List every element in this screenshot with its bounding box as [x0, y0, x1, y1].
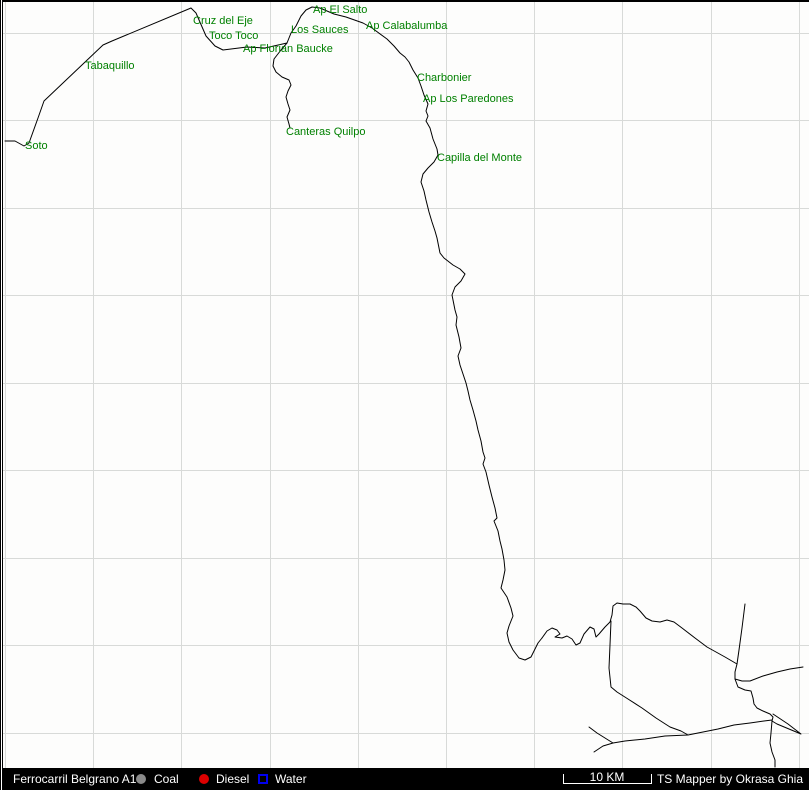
railway-line [5, 8, 287, 146]
station-label: Canteras Quilpo [286, 126, 366, 138]
station-label: Soto [25, 140, 48, 152]
station-label: Charbonier [417, 72, 472, 84]
diesel-icon [199, 774, 209, 784]
grid-layer [0, 0, 809, 768]
railway-line [735, 667, 803, 681]
railway-line [542, 603, 737, 664]
water-icon [258, 774, 268, 784]
railway-line [772, 714, 801, 734]
station-label: Capilla del Monte [437, 152, 522, 164]
station-label: Cruz del Eje [193, 15, 253, 27]
coal-icon [136, 774, 146, 784]
status-bar: Ferrocarril Belgrano A1 Coal Diesel Wate… [0, 768, 809, 790]
station-label: Ap Florian Baucke [243, 43, 333, 55]
scale-bar: 10 KM [558, 768, 658, 790]
railway-line [594, 720, 772, 752]
station-label: Tabaquillo [85, 60, 135, 72]
route-name: Ferrocarril Belgrano A1 [13, 768, 136, 790]
station-label: Los Sauces [291, 24, 349, 36]
railway-map: Cruz del Eje Ap El Salto Toco Toco Los Sauc… [0, 0, 809, 768]
map-canvas[interactable]: Cruz del Eje Ap El Salto Toco Toco Los Sauc… [0, 0, 809, 768]
station-label: Toco Toco [209, 30, 258, 42]
railway-line [770, 721, 775, 767]
railway-line [273, 43, 291, 128]
scale-label: 10 KM [590, 770, 625, 784]
station-labels-layer: Cruz del Eje Ap El Salto Toco Toco Los Sauc… [25, 4, 522, 164]
station-label: Ap Los Paredones [423, 93, 514, 105]
legend-diesel-label: Diesel [216, 768, 249, 790]
legend-coal-label: Coal [154, 768, 179, 790]
station-label: Ap Calabalumba [366, 20, 448, 32]
legend-water-label: Water [275, 768, 307, 790]
railway-line [735, 604, 773, 721]
ts-mapper-window: Cruz del Eje Ap El Salto Toco Toco Los Sauc… [0, 0, 809, 790]
station-label: Ap El Salto [313, 4, 367, 16]
credit-text: TS Mapper by Okrasa Ghia [657, 768, 803, 790]
railway-line [589, 727, 613, 743]
railway-line [609, 621, 688, 735]
